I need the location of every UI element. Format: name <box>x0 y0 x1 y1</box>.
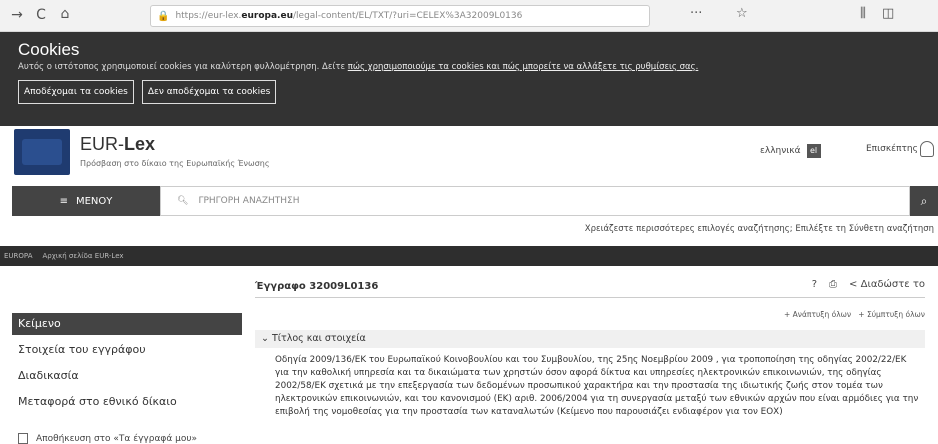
expand-collapse-controls: + Ανάπτυξη όλων + Σύμπτυξη όλων <box>255 310 925 319</box>
eur-lex-logo[interactable] <box>14 129 70 175</box>
visitor-label[interactable]: Επισκέπτης <box>866 144 918 154</box>
save-icon <box>18 433 28 444</box>
share-button[interactable]: < Διαδώστε το <box>849 279 925 290</box>
menu-button[interactable]: ≡ ΜΕΝΟΥ <box>12 186 160 216</box>
cookie-text-body: Αυτός ο ιστότοπος χρησιμοποιεί cookies γ… <box>18 62 348 72</box>
language-label: ελληνικά <box>760 146 801 156</box>
cookie-title: Cookies <box>18 40 80 59</box>
save-to-my-documents[interactable]: Αποθήκευση στο «Τα έγγραφά μου» <box>12 433 242 444</box>
search-button-icon: ⌕ <box>920 193 928 208</box>
language-code-badge: el <box>806 144 821 158</box>
language-selector[interactable]: ελληνικά el <box>760 144 821 158</box>
print-icon[interactable]: ⎙ <box>829 279 837 290</box>
more-icon[interactable]: ··· <box>690 6 702 21</box>
document-id: Έγγραφο 32009L0136 <box>255 281 379 292</box>
user-icon[interactable] <box>920 141 934 157</box>
breadcrumb-europa[interactable]: EUROPA <box>4 252 32 260</box>
search-button[interactable]: ⌕ <box>910 186 938 216</box>
document-title-text: Οδηγία 2009/136/ΕΚ του Ευρωπαϊκού Κοινοβ… <box>275 355 919 417</box>
hamburger-icon: ≡ <box>59 195 68 207</box>
section-title: Τίτλος και στοιχεία <box>272 333 366 344</box>
sidebar-item-national-transposition[interactable]: Μεταφορά στο εθνικό δίκαιο <box>12 391 242 413</box>
document-header: Έγγραφο 32009L0136 ? ⎙ < Διαδώστε το <box>255 276 925 298</box>
sidebar-item-text[interactable]: Κείμενο <box>12 313 242 335</box>
sidebar: Κείμενο Στοιχεία του εγγράφου Διαδικασία… <box>12 313 242 444</box>
reload-icon[interactable]: C <box>30 7 52 23</box>
url-prefix: https://eur-lex. <box>175 11 242 21</box>
share-label: Διαδώστε το <box>860 279 925 290</box>
help-icon[interactable]: ? <box>812 279 817 290</box>
search-placeholder: ΓΡΗΓΟΡΗ ΑΝΑΖΗΤΗΣΗ <box>198 196 300 206</box>
bookmark-icon[interactable]: ☆ <box>736 6 748 21</box>
breadcrumb: EUROPA Αρχική σελίδα EUR-Lex <box>0 246 938 266</box>
share-icon: < <box>849 279 858 290</box>
save-label: Αποθήκευση στο «Τα έγγραφά μου» <box>36 433 198 444</box>
advanced-search-link[interactable]: Χρειάζεστε περισσότερες επιλογές αναζήτη… <box>585 224 934 234</box>
cookie-policy-link[interactable]: πώς χρησιμοποιούμε τα cookies και πώς μπ… <box>348 62 699 72</box>
collapse-all-link[interactable]: + Σύμπτυξη όλων <box>858 310 925 319</box>
search-icon: 🔍︎ <box>177 196 189 206</box>
home-icon[interactable]: ⌂ <box>54 6 76 22</box>
reject-cookies-button[interactable]: Δεν αποδέχομαι τα cookies <box>141 80 277 104</box>
sidebar-item-procedure[interactable]: Διαδικασία <box>12 365 242 387</box>
expand-all-link[interactable]: + Ανάπτυξη όλων <box>784 310 851 319</box>
document-tools: ? ⎙ < Διαδώστε το <box>812 279 925 290</box>
menu-search-bar: ≡ ΜΕΝΟΥ 🔍︎ ΓΡΗΓΟΡΗ ΑΝΑΖΗΤΗΣΗ ⌕ <box>0 186 938 216</box>
breadcrumb-home[interactable]: Αρχική σελίδα EUR-Lex <box>42 252 123 260</box>
cookie-banner: Cookies Αυτός ο ιστότοπος χρησιμοποιεί c… <box>0 32 938 126</box>
forward-icon[interactable]: → <box>6 7 28 23</box>
url-path: /legal-content/EL/TXT/?uri=CELEX%3A32009… <box>293 11 523 21</box>
chevron-down-icon: ⌄ <box>261 333 269 344</box>
browser-toolbar: → C ⌂ 🔒 https://eur-lex. europa.eu/legal-… <box>0 0 938 32</box>
accept-cookies-button[interactable]: Αποδέχομαι τα cookies <box>18 80 134 104</box>
site-subtitle: Πρόσβαση στο δίκαιο της Ευρωπαϊκής Ένωση… <box>80 159 270 168</box>
search-input[interactable]: 🔍︎ ΓΡΗΓΟΡΗ ΑΝΑΖΗΤΗΣΗ <box>160 186 910 216</box>
site-title[interactable]: EUR-Lex <box>80 134 155 155</box>
library-icon[interactable]: ⫼ <box>860 6 866 21</box>
lock-icon: 🔒 <box>157 10 170 22</box>
site-header: EUR-Lex Πρόσβαση στο δίκαιο της Ευρωπαϊκ… <box>0 126 938 180</box>
url-domain: europa.eu <box>241 11 293 21</box>
site-title-bold: Lex <box>124 134 156 154</box>
section-title-bar[interactable]: ⌄ Τίτλος και στοιχεία <box>255 330 925 348</box>
sidebar-item-document-info[interactable]: Στοιχεία του εγγράφου <box>12 339 242 361</box>
site-title-prefix: EUR- <box>80 134 124 154</box>
menu-label: ΜΕΝΟΥ <box>75 195 113 207</box>
cookie-text: Αυτός ο ιστότοπος χρησιμοποιεί cookies γ… <box>18 62 920 72</box>
sidebar-icon[interactable]: ◫ <box>882 6 894 21</box>
url-bar[interactable]: 🔒 https://eur-lex. europa.eu/legal-conten… <box>150 5 650 27</box>
